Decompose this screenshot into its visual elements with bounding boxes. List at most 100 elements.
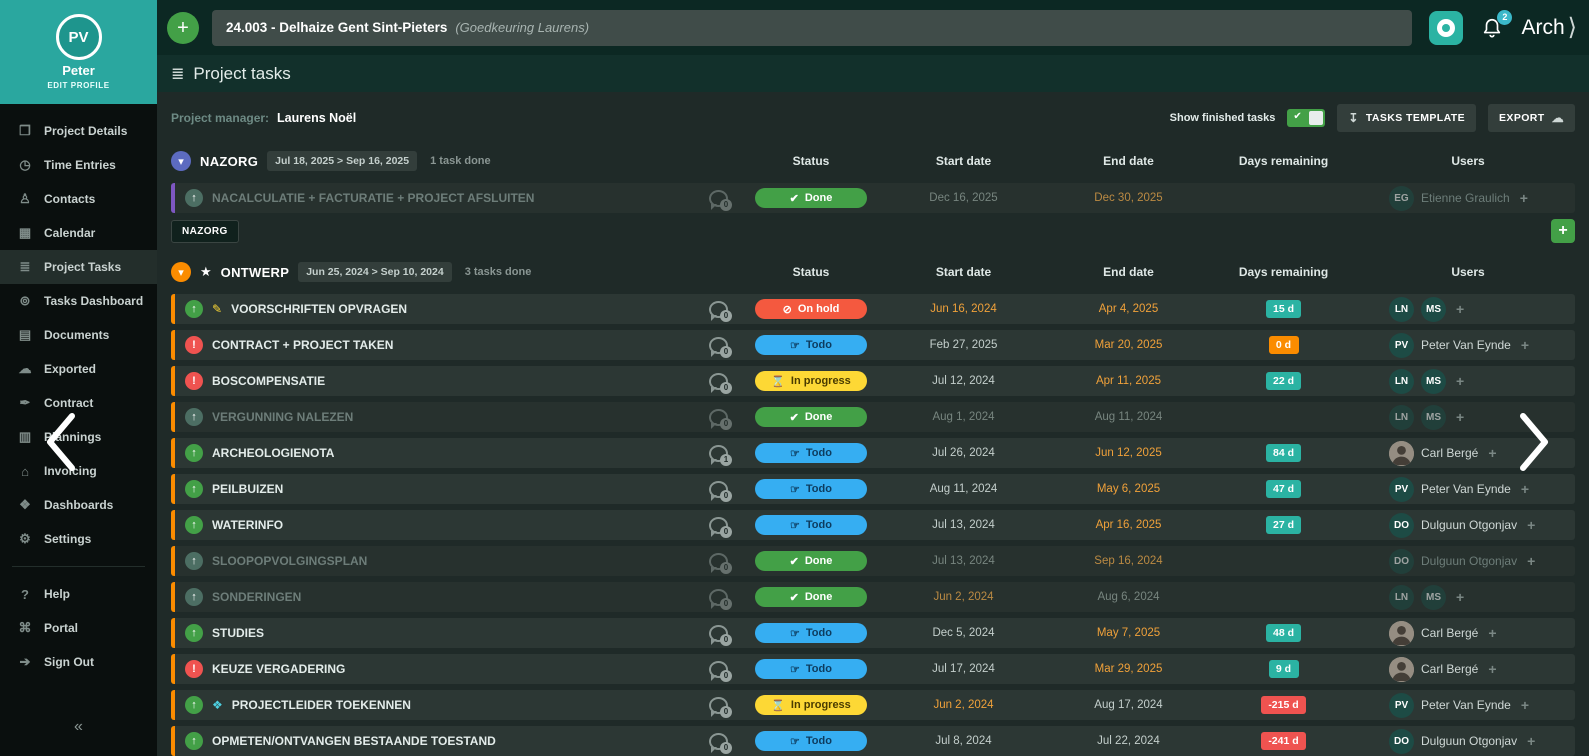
status-label: Done [804,591,833,603]
add-user-button[interactable]: + [1521,697,1529,713]
comments-bubble[interactable]: 0 [709,660,732,682]
days-remaining-badge: 84 d [1265,444,1301,462]
task-row[interactable]: ↑ SONDERINGEN 0 ✔ Done Jun 2, 2024 Aug 6, 2024… [171,582,1575,612]
carousel-prev-arrow[interactable] [44,412,78,477]
status-pill[interactable]: ⊘ On hold [755,299,867,319]
add-user-button[interactable]: + [1456,409,1464,425]
task-row[interactable]: ↑ ❖ PROJECTLEIDER TOEKENNEN 0 ⌛ In progress Ju… [171,690,1575,720]
status-pill[interactable]: ☞ Todo [755,515,867,535]
sidebar-item-help[interactable]: ? Help [0,577,157,611]
sidebar-item-plannings[interactable]: ▥ Plannings [0,420,157,454]
comments-bubble[interactable]: 0 [709,552,732,574]
status-pill[interactable]: ✔ Done [755,587,867,607]
apps-icon[interactable] [1429,10,1464,45]
task-row[interactable]: ! BOSCOMPENSATIE 0 ⌛ In progress Jul 12, 2024… [171,366,1575,396]
comments-bubble[interactable]: 0 [709,372,732,394]
task-row[interactable]: ↑ ARCHEOLOGIENOTA 1 ☞ Todo Jul 26, 2024 Jun 12… [171,438,1575,468]
add-user-button[interactable]: + [1456,373,1464,389]
profile-avatar[interactable]: PV [55,14,102,60]
collapse-section-button[interactable]: ▾ [171,151,191,171]
sidebar-item-label: Project Tasks [44,260,122,274]
collapse-sidebar-button[interactable]: « [0,704,157,756]
status-cell: ✔ Done [746,188,876,208]
status-pill[interactable]: ☞ Todo [755,443,867,463]
export-button[interactable]: EXPORT ☁ [1488,104,1575,132]
sidebar-item-documents[interactable]: ▤ Documents [0,318,157,352]
add-user-button[interactable]: + [1527,733,1535,749]
task-row[interactable]: ↑ ✎ VOORSCHRIFTEN OPVRAGEN 0 ⊘ On hold Jun 16,… [171,294,1575,324]
comments-bubble[interactable]: 0 [709,408,732,430]
status-pill[interactable]: ☞ Todo [755,623,867,643]
add-task-button[interactable]: + [1551,219,1575,243]
status-pill[interactable]: ☞ Todo [755,335,867,355]
sidebar-item-exported[interactable]: ☁ Exported [0,352,157,386]
status-pill[interactable]: ☞ Todo [755,659,867,679]
comments-bubble[interactable]: 0 [709,189,732,211]
add-user-button[interactable]: + [1456,589,1464,605]
page-header: ≣ Project tasks [157,55,1589,92]
edit-profile-link[interactable]: EDIT PROFILE [47,81,109,90]
add-user-button[interactable]: + [1527,517,1535,533]
users-cell: Carl Bergé + [1361,656,1575,682]
column-header-end-date: End date [1103,154,1154,168]
task-row[interactable]: ↑ NACALCULATIE + FACTURATIE + PROJECT AFS… [171,183,1575,213]
task-row[interactable]: ↑ PEILBUIZEN 0 ☞ Todo Aug 11, 2024 May 6, 2025… [171,474,1575,504]
task-row[interactable]: ! KEUZE VERGADERING 0 ☞ Todo Jul 17, 2024 Mar … [171,654,1575,684]
status-pill[interactable]: ✔ Done [755,407,867,427]
sidebar-item-time-entries[interactable]: ◷ Time Entries [0,148,157,182]
comments-bubble[interactable]: 1 [709,444,732,466]
task-row[interactable]: ↑ VERGUNNING NALEZEN 0 ✔ Done Aug 1, 2024 Aug … [171,402,1575,432]
comments-bubble[interactable]: 0 [709,696,732,718]
task-row[interactable]: ↑ STUDIES 0 ☞ Todo Dec 5, 2024 May 7, 2025 48 d… [171,618,1575,648]
tasks-template-button[interactable]: ↧ TASKS TEMPLATE [1337,104,1477,132]
status-pill[interactable]: ✔ Done [755,551,867,571]
notifications-bell[interactable]: 2 [1481,9,1513,39]
status-label: Todo [805,735,832,747]
add-user-button[interactable]: + [1488,625,1496,641]
add-user-button[interactable]: + [1521,481,1529,497]
add-user-button[interactable]: + [1488,445,1496,461]
status-pill[interactable]: ⌛ In progress [755,371,867,391]
task-row[interactable]: ↑ SLOOPOPVOLGINGSPLAN 0 ✔ Done Jul 13, 2024 Se… [171,546,1575,576]
add-user-button[interactable]: + [1521,337,1529,353]
carousel-next-arrow[interactable] [1517,412,1551,477]
comments-bubble[interactable]: 0 [709,588,732,610]
sidebar-item-project-tasks[interactable]: ≣ Project Tasks [0,250,157,284]
sidebar-item-portal[interactable]: ⌘ Portal [0,611,157,645]
status-pill[interactable]: ✔ Done [755,188,867,208]
add-user-button[interactable]: + [1520,190,1528,206]
add-user-button[interactable]: + [1488,661,1496,677]
collapse-section-button[interactable]: ▾ [171,262,191,282]
add-user-button[interactable]: + [1456,301,1464,317]
show-finished-toggle[interactable] [1287,109,1326,127]
comments-bubble[interactable]: 0 [709,480,732,502]
add-user-button[interactable]: + [1527,553,1535,569]
task-row[interactable]: ↑ WATERINFO 0 ☞ Todo Jul 13, 2024 Apr 16, 2025… [171,510,1575,540]
user-avatar: LN [1389,296,1414,322]
sidebar-item-calendar[interactable]: ▦ Calendar [0,216,157,250]
status-pill[interactable]: ☞ Todo [755,479,867,499]
comments-bubble[interactable]: 0 [709,336,732,358]
task-row[interactable]: ! CONTRACT + PROJECT TAKEN 0 ☞ Todo Feb 27, 2… [171,330,1575,360]
sidebar-item-contacts[interactable]: ♙ Contacts [0,182,157,216]
end-date: Jul 22, 2024 [1097,735,1160,747]
brand-text: Arch [1521,15,1565,39]
comment-count: 0 [720,417,732,430]
add-button[interactable]: + [167,11,199,44]
comments-bubble[interactable]: 0 [709,516,732,538]
sidebar-item-dashboards[interactable]: ❖ Dashboards [0,488,157,522]
sidebar-item-settings[interactable]: ⚙ Settings [0,522,157,556]
comments-bubble[interactable]: 0 [709,300,732,322]
sidebar-item-contract[interactable]: ✒ Contract [0,386,157,420]
sidebar-item-project-details[interactable]: ❒ Project Details [0,114,157,148]
sidebar-item-sign-out[interactable]: ➔ Sign Out [0,645,157,679]
task-row[interactable]: ↑ OPMETEN/ONTVANGEN BESTAANDE TOESTAND 0 ☞ T… [171,726,1575,756]
project-selector[interactable]: 24.003 - Delhaize Gent Sint-Pieters (Goe… [212,9,1413,46]
comments-bubble[interactable]: 0 [709,732,732,754]
status-pill[interactable]: ⌛ In progress [755,695,867,715]
task-title: VERGUNNING NALEZEN [212,410,354,424]
status-pill[interactable]: ☞ Todo [755,731,867,751]
comments-bubble[interactable]: 0 [709,624,732,646]
sidebar-item-tasks-dashboard[interactable]: ⊚ Tasks Dashboard [0,284,157,318]
sidebar-item-invoicing[interactable]: ⌂ Invoicing [0,454,157,488]
